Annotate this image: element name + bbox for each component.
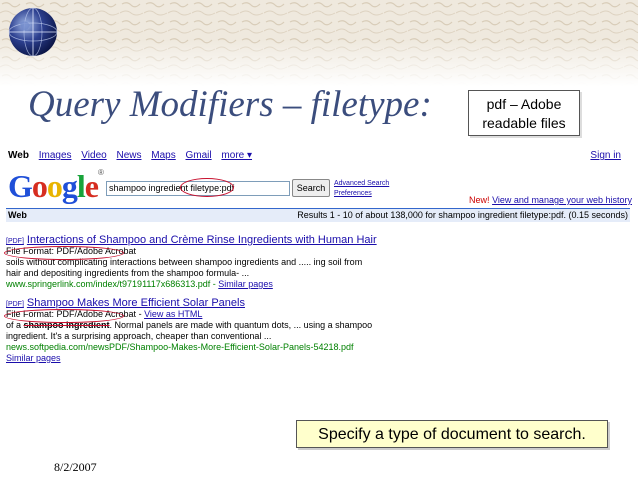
web-history-promo: New! View and manage your web history [469, 195, 632, 205]
advanced-links: Advanced Search Preferences [334, 179, 389, 199]
result-title-text[interactable]: Shampoo Makes More Efficient Solar Panel… [27, 297, 245, 309]
sign-in-link[interactable]: Sign in [590, 150, 621, 161]
results-stats: Results 1 - 10 of about 138,000 for sham… [297, 210, 628, 220]
result-url: news.softpedia.com/newsPDF/Shampoo-Makes… [6, 342, 354, 352]
google-logo[interactable]: Google® [8, 168, 104, 205]
result-title-link[interactable]: [PDF] Shampoo Makes More Efficient Solar … [6, 297, 626, 309]
globe-icon [8, 7, 58, 57]
results-bar: Web Results 1 - 10 of about 138,000 for … [6, 208, 630, 222]
callout-specify-type: Specify a type of document to search. [296, 420, 608, 448]
snippet-prefix: of a [6, 320, 22, 330]
query-highlight-circle [180, 178, 234, 197]
view-as-html-link[interactable]: View as HTML [144, 309, 202, 319]
nav-maps[interactable]: Maps [151, 150, 175, 161]
similar-pages-link[interactable]: Similar pages [6, 353, 61, 363]
callout-line-1: pdf – Adobe [486, 96, 562, 112]
advanced-search-link[interactable]: Advanced Search [334, 179, 389, 189]
slide-title: Query Modifiers – filetype: [28, 84, 432, 125]
file-format-highlight-circle [4, 309, 124, 323]
google-results-screenshot: Web Images Video News Maps Gmail more ▾ … [2, 146, 632, 378]
result-item: [PDF] Interactions of Shampoo and Crème R… [6, 234, 626, 290]
slide-date: 8/2/2007 [54, 460, 97, 474]
result-snippet: hair and depositing ingredients from the… [6, 268, 250, 278]
result-url-line: www.springerlink.com/index/t97191117x686… [6, 279, 273, 289]
web-history-link[interactable]: View and manage your web history [492, 195, 632, 205]
new-label: New! [469, 195, 490, 205]
nav-web[interactable]: Web [8, 150, 29, 161]
results-label: Web [8, 210, 27, 220]
top-texture-band [0, 0, 638, 86]
result-url: www.springerlink.com/index/t97191117x686… [6, 279, 211, 289]
nav-more[interactable]: more ▾ [221, 150, 252, 161]
pdf-tag: [PDF] [6, 238, 24, 245]
callout-line-2: readable files [482, 115, 566, 131]
nav-video[interactable]: Video [81, 150, 106, 161]
result-title-text[interactable]: Interactions of Shampoo and Crème Rinse … [27, 234, 377, 246]
pdf-tag: [PDF] [6, 301, 24, 308]
slide: Query Modifiers – filetype: pdf – Adobe … [0, 0, 638, 479]
preferences-link[interactable]: Preferences [334, 189, 389, 199]
search-button[interactable]: Search [292, 179, 330, 197]
result-item: [PDF] Shampoo Makes More Efficient Solar … [6, 297, 626, 364]
file-format-highlight-circle [4, 246, 124, 260]
nav-images[interactable]: Images [39, 150, 72, 161]
result-snippet: ingredient. It's a surprising approach, … [6, 331, 272, 341]
similar-pages-link[interactable]: Similar pages [218, 279, 273, 289]
result-similar-line: Similar pages [6, 353, 626, 364]
nav-news[interactable]: News [116, 150, 141, 161]
callout-pdf-note: pdf – Adobe readable files [468, 90, 580, 136]
result-title-link[interactable]: [PDF] Interactions of Shampoo and Crème R… [6, 234, 626, 246]
snippet-rest: . Normal panels are made with quantum do… [109, 320, 373, 330]
google-nav-bar: Web Images Video News Maps Gmail more ▾ … [8, 150, 628, 164]
nav-gmail[interactable]: Gmail [186, 150, 212, 161]
